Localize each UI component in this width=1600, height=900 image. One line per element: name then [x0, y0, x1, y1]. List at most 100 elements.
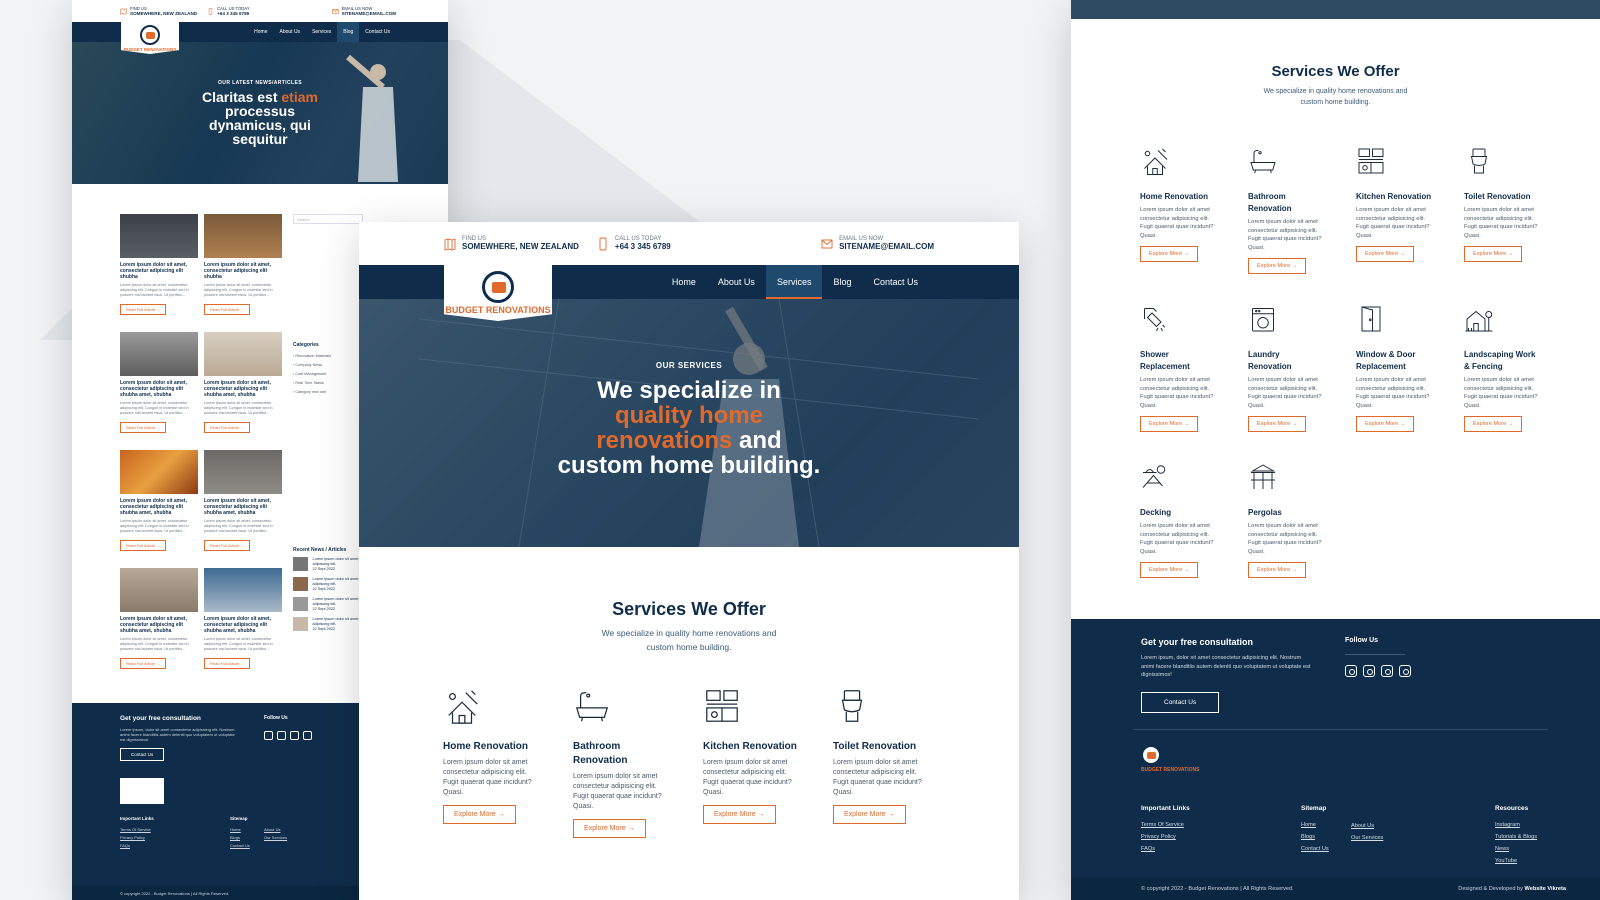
blog-card-title[interactable]: Lorem ipsum dolor sit amet, consectetur … — [204, 262, 282, 280]
instagram-icon[interactable] — [1345, 665, 1357, 677]
logo-mark-icon — [482, 271, 514, 303]
footer-link-services[interactable]: Our Services — [1351, 832, 1383, 844]
site-logo[interactable]: BUDGET RENOVATIONS — [121, 22, 179, 54]
explore-more-button[interactable]: Explore More → — [1464, 246, 1523, 262]
footer-link-terms[interactable]: Terms Of Service — [1141, 819, 1190, 831]
footer-link-contact[interactable]: Contact Us — [1301, 843, 1329, 855]
read-more-button[interactable]: Read Full Article → — [204, 658, 251, 669]
instagram-icon[interactable] — [264, 731, 273, 740]
nav-blog[interactable]: Blog — [337, 22, 360, 42]
explore-more-button[interactable]: Explore More → — [1140, 416, 1199, 432]
service-name: Toilet Renovation — [1464, 192, 1531, 201]
footer-link-about[interactable]: About Us — [1351, 820, 1383, 832]
designed-by: Designed & Developed by Website Vikreta — [1458, 886, 1566, 892]
search-input[interactable]: Search — [293, 214, 363, 224]
explore-more-button[interactable]: Explore More → — [443, 805, 516, 824]
blog-card-desc: Lorem ipsum dolor sit amet, consectetur … — [204, 401, 273, 415]
twitter-icon[interactable] — [1381, 665, 1393, 677]
site-logo[interactable]: BUDGET RENOVATIONS — [444, 265, 552, 321]
footer-link-faqs[interactable]: FAQs — [1141, 843, 1190, 855]
follow-title: Follow Us — [264, 715, 288, 721]
nav-home[interactable]: Home — [661, 265, 707, 299]
category-item[interactable]: › Renovation Materials — [293, 352, 363, 361]
nav-services[interactable]: Services — [765, 265, 823, 299]
twitter-icon[interactable] — [290, 731, 299, 740]
category-item[interactable]: › Company News — [293, 361, 363, 370]
recent-item[interactable]: Lorem ipsum dolor sit amet, adipiscing e… — [293, 617, 363, 632]
recent-item[interactable]: Lorem ipsum dolor sit amet, adipiscing e… — [293, 577, 363, 592]
explore-more-button[interactable]: Explore More → — [1248, 416, 1307, 432]
linkedin-icon[interactable] — [303, 731, 312, 740]
blog-card-title[interactable]: Lorem ipsum dolor sit amet, consectetur … — [204, 498, 282, 516]
footer-logo[interactable] — [120, 778, 164, 804]
footer-link-home[interactable]: Home — [1301, 819, 1329, 831]
footer-link[interactable]: Blogs — [230, 834, 250, 842]
copyright: © copyright 2022 - Budget Renovations | … — [1141, 886, 1294, 892]
call-us: CALL US TODAY +64 3 345 6789 — [597, 236, 671, 251]
service-desc: Lorem ipsum dolor sit amet consectetur a… — [573, 773, 662, 810]
read-more-button[interactable]: Read Full Article → — [120, 658, 167, 669]
blog-card-title[interactable]: Lorem ipsum dolor sit amet, consectetur … — [120, 380, 198, 398]
footer-link-instagram[interactable]: Instagram — [1495, 819, 1537, 831]
read-more-button[interactable]: Read Full Article → — [120, 304, 167, 315]
category-item[interactable]: › Category new one — [293, 388, 363, 397]
nav-about[interactable]: About Us — [273, 22, 306, 42]
footer-link-youtube[interactable]: YouTube — [1495, 855, 1537, 867]
read-more-button[interactable]: Read Full Article → — [204, 422, 251, 433]
footer-link-privacy[interactable]: Privacy Policy — [1141, 831, 1190, 843]
nav-about[interactable]: About Us — [707, 265, 766, 299]
explore-more-button[interactable]: Explore More → — [573, 819, 646, 838]
footer-link[interactable]: Terms Of Service — [120, 826, 151, 834]
explore-more-button[interactable]: Explore More → — [703, 805, 776, 824]
footer-logo[interactable]: BUDGET RENOVATIONS — [1141, 745, 1205, 785]
read-more-button[interactable]: Read Full Article → — [120, 540, 167, 551]
hero-band — [1071, 0, 1600, 19]
kitchen-icon — [706, 690, 738, 722]
nav-contact[interactable]: Contact Us — [359, 22, 396, 42]
explore-more-button[interactable]: Explore More → — [1248, 258, 1307, 274]
nav-contact[interactable]: Contact Us — [862, 265, 929, 299]
blog-sidebar: Search Categories › Renovation Materials… — [293, 214, 363, 637]
footer-link-news[interactable]: News — [1495, 843, 1537, 855]
footer-link[interactable]: Our Services — [264, 834, 287, 842]
footer-link-tutorials[interactable]: Tutorials & Blogs — [1495, 831, 1537, 843]
footer-link[interactable]: Privacy Policy — [120, 834, 151, 842]
blog-card-title[interactable]: Lorem ipsum dolor sit amet, consectetur … — [120, 262, 198, 280]
deck-chair-icon — [1142, 465, 1166, 488]
important-links-title: Important Links — [1141, 805, 1190, 812]
sitemap: Sitemap Home Blogs Contact Us — [1301, 805, 1329, 855]
footer-link[interactable]: About Us — [264, 826, 287, 834]
read-more-button[interactable]: Read Full Article → — [204, 540, 251, 551]
nav-blog[interactable]: Blog — [822, 265, 862, 299]
nav-home[interactable]: Home — [248, 22, 273, 42]
explore-more-button[interactable]: Explore More → — [1356, 416, 1415, 432]
footer-link[interactable]: Home — [230, 826, 250, 834]
explore-more-button[interactable]: Explore More → — [1356, 246, 1415, 262]
nav-services[interactable]: Services — [306, 22, 337, 42]
facebook-icon[interactable] — [1363, 665, 1375, 677]
read-more-button[interactable]: Read Full Article → — [204, 304, 251, 315]
service-desc: Lorem ipsum dolor sit amet consectetur a… — [1248, 523, 1322, 555]
footer-link[interactable]: Contact Us — [230, 842, 250, 850]
blog-card-title[interactable]: Lorem ipsum dolor sit amet, consectetur … — [204, 616, 282, 634]
category-item[interactable]: › Real Time Stasis — [293, 379, 363, 388]
blog-card-title[interactable]: Lorem ipsum dolor sit amet, consectetur … — [120, 616, 198, 634]
linkedin-icon[interactable] — [1399, 665, 1411, 677]
footer-link[interactable]: FAQs — [120, 842, 151, 850]
explore-more-button[interactable]: Explore More → — [1248, 562, 1307, 578]
explore-more-button[interactable]: Explore More → — [833, 805, 906, 824]
recent-item[interactable]: Lorem ipsum dolor sit amet, adipiscing e… — [293, 597, 363, 612]
kitchen-icon — [1358, 148, 1384, 174]
explore-more-button[interactable]: Explore More → — [1140, 562, 1199, 578]
category-item[interactable]: › Cost Management — [293, 370, 363, 379]
blog-card-title[interactable]: Lorem ipsum dolor sit amet, consectetur … — [120, 498, 198, 516]
footer-link-blogs[interactable]: Blogs — [1301, 831, 1329, 843]
explore-more-button[interactable]: Explore More → — [1464, 416, 1523, 432]
blog-card-title[interactable]: Lorem ipsum dolor sit amet, consectetur … — [204, 380, 282, 398]
contact-button[interactable]: Contact Us — [1141, 691, 1220, 713]
explore-more-button[interactable]: Explore More → — [1140, 246, 1199, 262]
recent-item[interactable]: Lorem ipsum dolor sit amet, adipiscing e… — [293, 557, 363, 572]
read-more-button[interactable]: Read Full Article → — [120, 422, 167, 433]
contact-button[interactable]: Contact Us — [120, 748, 165, 761]
facebook-icon[interactable] — [277, 731, 286, 740]
